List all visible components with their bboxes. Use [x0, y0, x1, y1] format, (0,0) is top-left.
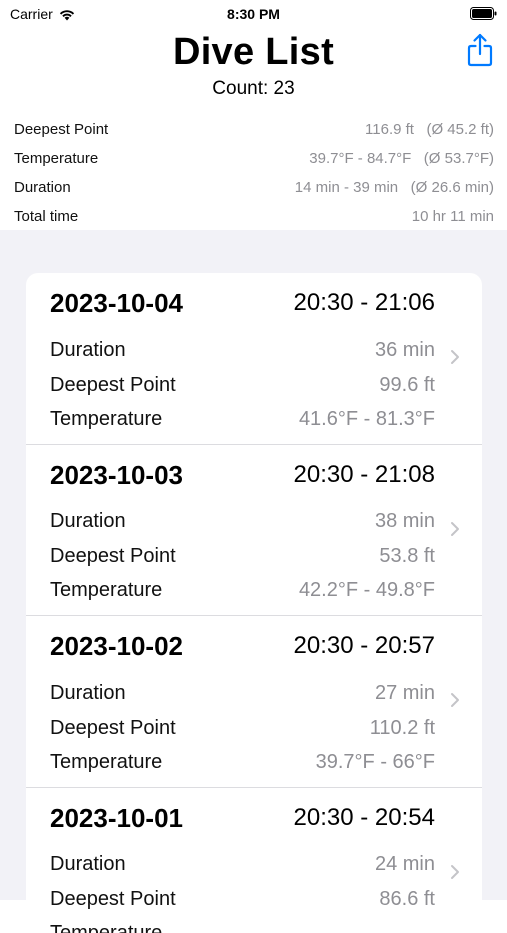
dive-depth-row: Deepest Point 53.8 ft	[50, 542, 435, 572]
dive-list-item[interactable]: 2023-10-03 20:30 - 21:08 Duration 38 min…	[26, 445, 482, 617]
summary-label: Deepest Point	[14, 121, 108, 138]
chevron-right-icon	[450, 521, 460, 537]
duration-value: 36 min	[375, 339, 435, 362]
depth-label: Deepest Point	[50, 545, 176, 568]
dive-list-item[interactable]: 2023-10-04 20:30 - 21:06 Duration 36 min…	[26, 273, 482, 445]
battery-icon	[470, 7, 497, 20]
dive-depth-row: Deepest Point 110.2 ft	[50, 713, 435, 743]
summary-label: Temperature	[14, 150, 98, 167]
summary-row-deepest: Deepest Point 116.9 ft (Ø 45.2 ft)	[14, 115, 494, 144]
dive-temperature-row: Temperature 41.6°F - 81.3°F	[50, 404, 435, 434]
chevron-right-icon	[450, 349, 460, 365]
dive-depth-row: Deepest Point 99.6 ft	[50, 370, 435, 400]
summary-label: Duration	[14, 179, 71, 196]
dive-date: 2023-10-02	[50, 631, 183, 662]
summary-value: 39.7°F - 84.7°F (Ø 53.7°F)	[309, 150, 494, 167]
summary-value: 10 hr 11 min	[412, 208, 494, 225]
chevron-right-icon	[450, 692, 460, 708]
temperature-label: Temperature	[50, 579, 162, 602]
status-bar: Carrier 8:30 PM	[0, 0, 507, 28]
duration-value: 27 min	[375, 682, 435, 705]
depth-value: 53.8 ft	[379, 545, 435, 568]
dive-list: 2023-10-04 20:30 - 21:06 Duration 36 min…	[26, 273, 482, 933]
dive-list-item[interactable]: 2023-10-01 20:30 - 20:54 Duration 24 min…	[26, 788, 482, 933]
dive-time-range: 20:30 - 21:06	[294, 289, 435, 317]
temperature-value: 42.2°F - 49.8°F	[299, 579, 435, 602]
temperature-value: 41.6°F - 81.3°F	[299, 408, 435, 431]
dive-duration-row: Duration 24 min	[50, 850, 435, 880]
summary-row-temperature: Temperature 39.7°F - 84.7°F (Ø 53.7°F)	[14, 144, 494, 173]
temperature-label: Temperature	[50, 751, 162, 774]
duration-label: Duration	[50, 339, 126, 362]
dive-time-range: 20:30 - 21:08	[294, 461, 435, 489]
depth-value: 99.6 ft	[379, 374, 435, 397]
duration-value: 38 min	[375, 510, 435, 533]
summary-row-duration: Duration 14 min - 39 min (Ø 26.6 min)	[14, 173, 494, 202]
depth-value: 110.2 ft	[370, 717, 435, 740]
depth-label: Deepest Point	[50, 374, 176, 397]
dive-count: Count: 23	[0, 78, 507, 100]
dive-time-range: 20:30 - 20:57	[294, 632, 435, 660]
dive-date: 2023-10-03	[50, 460, 183, 491]
chevron-right-icon	[450, 864, 460, 880]
dive-time-range: 20:30 - 20:54	[294, 804, 435, 832]
dive-temperature-row: Temperature 39.7°F - 66°F	[50, 747, 435, 777]
status-time: 8:30 PM	[0, 6, 507, 22]
dive-temperature-row: Temperature	[50, 919, 435, 933]
share-icon[interactable]	[466, 33, 494, 67]
page-title: Dive List	[0, 31, 507, 74]
duration-label: Duration	[50, 853, 126, 876]
summary-label: Total time	[14, 208, 78, 225]
dive-temperature-row: Temperature 42.2°F - 49.8°F	[50, 576, 435, 606]
temperature-value: 39.7°F - 66°F	[316, 751, 435, 774]
summary-value: 14 min - 39 min (Ø 26.6 min)	[295, 179, 494, 196]
dive-date: 2023-10-04	[50, 288, 183, 319]
dive-duration-row: Duration 36 min	[50, 335, 435, 365]
duration-value: 24 min	[375, 853, 435, 876]
dive-list-item[interactable]: 2023-10-02 20:30 - 20:57 Duration 27 min…	[26, 616, 482, 788]
summary-value: 116.9 ft (Ø 45.2 ft)	[365, 121, 494, 138]
summary-stats: Deepest Point 116.9 ft (Ø 45.2 ft) Tempe…	[14, 115, 494, 231]
summary-row-total-time: Total time 10 hr 11 min	[14, 202, 494, 231]
duration-label: Duration	[50, 682, 126, 705]
depth-label: Deepest Point	[50, 717, 176, 740]
dive-date: 2023-10-01	[50, 803, 183, 834]
dive-duration-row: Duration 27 min	[50, 678, 435, 708]
dive-duration-row: Duration 38 min	[50, 507, 435, 537]
temperature-label: Temperature	[50, 408, 162, 431]
header: Dive List Count: 23 Deepest Point 116.9 …	[0, 28, 507, 230]
temperature-label: Temperature	[50, 922, 162, 933]
duration-label: Duration	[50, 510, 126, 533]
